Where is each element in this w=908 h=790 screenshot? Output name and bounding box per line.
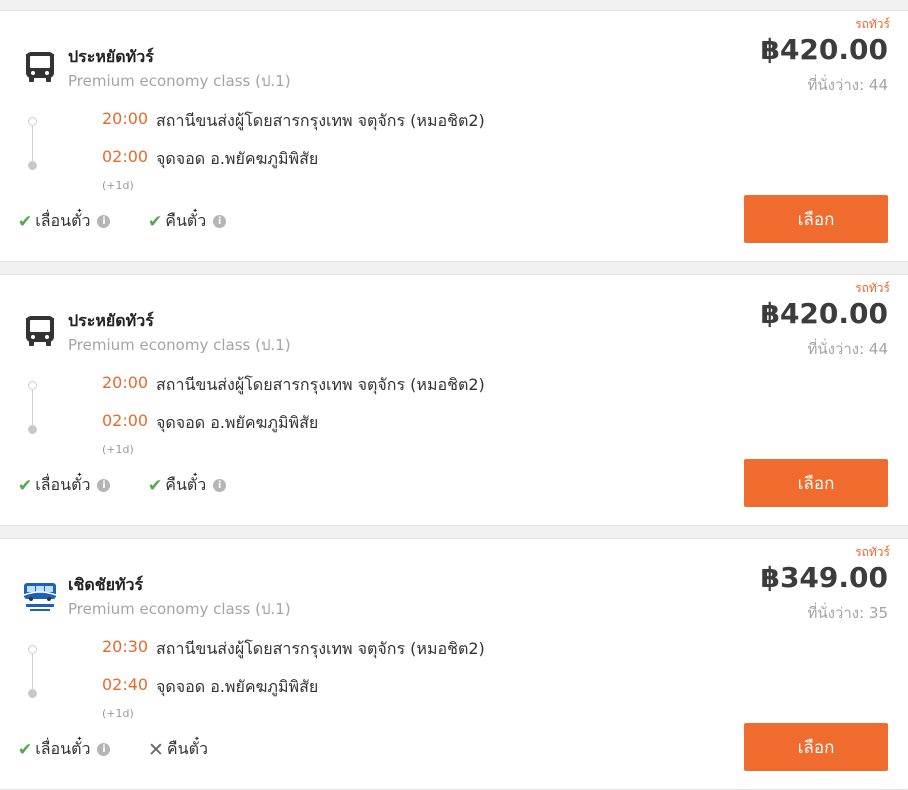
departure-time: 20:30: [102, 637, 149, 656]
select-button[interactable]: เลือก: [744, 459, 888, 507]
feature-label: คืนตั๋ว: [165, 475, 207, 494]
seat-class: Premium economy class (ป.1): [68, 336, 291, 354]
operator-name: เชิดชัยทัวร์: [68, 575, 144, 594]
timeline-end-dot: [28, 161, 37, 170]
check-icon: ✔: [148, 475, 163, 496]
timeline-line: [32, 654, 33, 689]
arrival-place: จุดจอด อ.พยัคฆภูมิพิสัย: [156, 413, 319, 432]
departure-time: 20:00: [102, 109, 149, 128]
change-ticket-feature: ✔ เลื่อนตั๋ว i: [18, 737, 111, 762]
timeline-line: [32, 390, 33, 425]
seat-class: Premium economy class (ป.1): [68, 600, 291, 618]
select-button[interactable]: เลือก: [744, 723, 888, 771]
trip-card: รถทัวร์ เชิดชัยทัวร์ Premium economy cla…: [0, 538, 908, 790]
seats-available: ที่นั่งว่าง: 44: [807, 76, 888, 94]
arrival-place: จุดจอด อ.พยัคฆภูมิพิสัย: [156, 677, 319, 696]
info-icon[interactable]: i: [213, 215, 227, 228]
check-icon: ✔: [18, 475, 33, 496]
bus-icon: [22, 49, 58, 85]
timeline-start-dot: [28, 381, 37, 390]
next-day-note: (+1d): [102, 707, 134, 720]
info-icon[interactable]: i: [97, 215, 111, 228]
feature-label: เลื่อนตั๋ว: [35, 475, 91, 494]
check-icon: ✔: [18, 739, 33, 760]
timeline-start-dot: [28, 645, 37, 654]
price: ฿420.00: [760, 297, 888, 330]
check-icon: ✔: [18, 211, 33, 232]
info-icon[interactable]: i: [213, 479, 227, 492]
arrival-time: 02:00: [102, 147, 149, 166]
refund-ticket-feature: ✕ คืนตั๋ว: [148, 737, 208, 762]
trip-card: รถทัวร์ ประหยัดทัวร์ Premium economy cla…: [0, 10, 908, 262]
timeline-line: [32, 126, 33, 161]
feature-label: เลื่อนตั๋ว: [35, 739, 91, 758]
feature-label: เลื่อนตั๋ว: [35, 211, 91, 230]
refund-ticket-feature: ✔ คืนตั๋ว i: [148, 473, 227, 498]
seats-available: ที่นั่งว่าง: 44: [807, 340, 888, 358]
trip-card: รถทัวร์ ประหยัดทัวร์ Premium economy cla…: [0, 274, 908, 526]
seats-available: ที่นั่งว่าง: 35: [807, 604, 888, 622]
timeline-start-dot: [28, 117, 37, 126]
price: ฿349.00: [760, 561, 888, 594]
operator-name: ประหยัดทัวร์: [68, 47, 154, 66]
vehicle-type-tag: รถทัวร์: [855, 545, 890, 559]
next-day-note: (+1d): [102, 443, 134, 456]
departure-place: สถานีขนส่งผู้โดยสารกรุงเทพ จตุจักร (หมอช…: [156, 111, 485, 130]
select-button[interactable]: เลือก: [744, 195, 888, 243]
operator-name: ประหยัดทัวร์: [68, 311, 154, 330]
departure-place: สถานีขนส่งผู้โดยสารกรุงเทพ จตุจักร (หมอช…: [156, 375, 485, 394]
bus-icon: [22, 313, 58, 349]
arrival-time: 02:00: [102, 411, 149, 430]
vehicle-type-tag: รถทัวร์: [855, 17, 890, 31]
departure-place: สถานีขนส่งผู้โดยสารกรุงเทพ จตุจักร (หมอช…: [156, 639, 485, 658]
check-icon: ✔: [148, 211, 163, 232]
change-ticket-feature: ✔ เลื่อนตั๋ว i: [18, 209, 111, 234]
feature-label: คืนตั๋ว: [165, 211, 207, 230]
timeline-end-dot: [28, 425, 37, 434]
seat-class: Premium economy class (ป.1): [68, 72, 291, 90]
arrival-time: 02:40: [102, 675, 149, 694]
vehicle-type-tag: รถทัวร์: [855, 281, 890, 295]
cross-icon: ✕: [148, 738, 164, 761]
info-icon[interactable]: i: [97, 479, 111, 492]
info-icon[interactable]: i: [97, 743, 111, 756]
arrival-place: จุดจอด อ.พยัคฆภูมิพิสัย: [156, 149, 319, 168]
price: ฿420.00: [760, 33, 888, 66]
departure-time: 20:00: [102, 373, 149, 392]
refund-ticket-feature: ✔ คืนตั๋ว i: [148, 209, 227, 234]
next-day-note: (+1d): [102, 179, 134, 192]
timeline-end-dot: [28, 689, 37, 698]
chercharn-tour-logo: [22, 577, 58, 613]
feature-label: คืนตั๋ว: [166, 739, 208, 758]
change-ticket-feature: ✔ เลื่อนตั๋ว i: [18, 473, 111, 498]
